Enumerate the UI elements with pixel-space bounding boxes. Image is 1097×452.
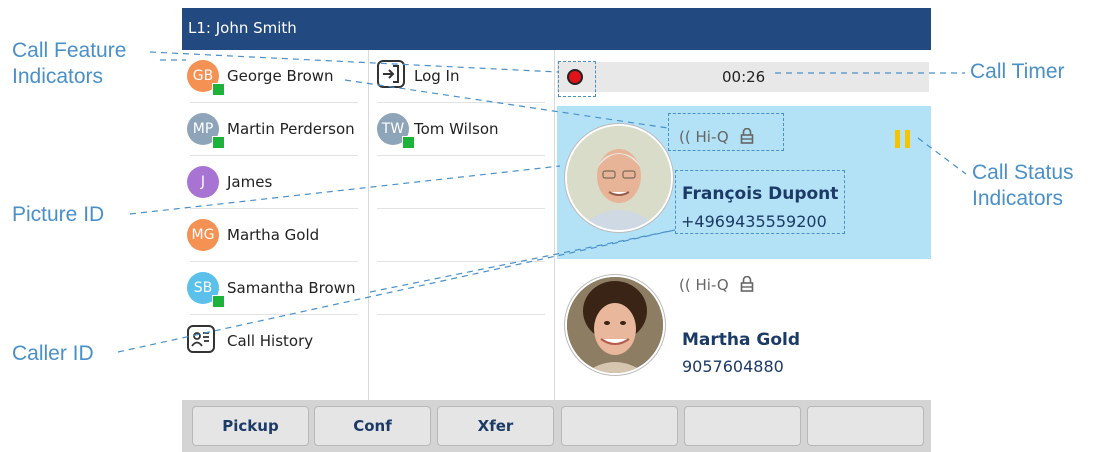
callout-text: Call Feature: [12, 39, 127, 62]
call-feature-indicators: (( Hi-Q: [679, 275, 754, 296]
presence-icon: [212, 136, 225, 149]
caller-id-highlight-box: [675, 170, 845, 234]
contact-key[interactable]: MG Martha Gold: [182, 209, 368, 262]
contact-key[interactable]: TW Tom Wilson: [369, 103, 555, 156]
avatar: MG: [187, 219, 219, 251]
callout-text: Call Status: [972, 161, 1074, 184]
timer-bar: 00:26: [557, 62, 929, 92]
login-key[interactable]: Log In: [369, 50, 555, 103]
programmable-keys-column-1: GB George Brown MP Martin Perderson J Ja…: [182, 50, 368, 400]
softkey-pickup[interactable]: Pickup: [192, 406, 309, 446]
record-highlight-box: [558, 61, 596, 97]
callout-call-timer: Call Timer: [970, 60, 1065, 83]
lock-icon: [740, 275, 754, 296]
caller-number: 9057604880: [682, 357, 784, 376]
callout-text: Indicators: [12, 65, 104, 88]
hiq-label: Hi-Q: [695, 276, 729, 294]
presence-icon: [212, 83, 225, 96]
contact-name: Martin Perderson: [227, 120, 355, 138]
empty-key[interactable]: [369, 262, 555, 315]
caller-name: Martha Gold: [682, 330, 801, 350]
title-bar: L1: John Smith: [182, 8, 931, 50]
hold-icon: [895, 130, 913, 148]
callout-text: Indicators: [972, 187, 1064, 210]
caller-photo: [565, 124, 673, 232]
contact-name: Martha Gold: [227, 226, 320, 244]
login-icon: [377, 60, 405, 88]
contact-key[interactable]: MP Martin Perderson: [182, 103, 368, 156]
call-history-icon: [187, 325, 215, 353]
callout-call-status-indicators: Call Status Indicators: [972, 160, 1074, 212]
contact-name: George Brown: [227, 67, 334, 85]
contact-name: Samantha Brown: [227, 279, 356, 297]
line-label: L1: John Smith: [188, 19, 297, 37]
feature-highlight-box: [668, 113, 784, 151]
callout-picture-id: Picture ID: [12, 203, 105, 226]
call-timer: 00:26: [722, 68, 766, 86]
hiq-icon: ((: [679, 276, 691, 294]
softkey-empty[interactable]: [807, 406, 924, 446]
softkey-empty[interactable]: [561, 406, 678, 446]
contact-key[interactable]: SB Samantha Brown: [182, 262, 368, 315]
contact-key[interactable]: J James: [182, 156, 368, 209]
softkey-conf[interactable]: Conf: [314, 406, 431, 446]
call-history-key[interactable]: Call History: [182, 315, 368, 368]
second-call[interactable]: (( Hi-Q Martha Gold 9057604880: [557, 259, 931, 400]
programmable-keys-column-2: Log In TW Tom Wilson: [368, 50, 555, 400]
softkey-xfer[interactable]: Xfer: [437, 406, 554, 446]
call-history-label: Call History: [227, 332, 314, 350]
callout-caller-id: Caller ID: [12, 342, 94, 365]
contact-name: Tom Wilson: [414, 120, 499, 138]
softkey-bar: Pickup Conf Xfer: [182, 400, 931, 452]
presence-icon: [212, 295, 225, 308]
contact-name: James: [227, 173, 273, 191]
login-label: Log In: [414, 67, 460, 85]
empty-key[interactable]: [369, 209, 555, 262]
empty-key[interactable]: [369, 156, 555, 209]
avatar: J: [187, 166, 219, 198]
softkey-empty[interactable]: [684, 406, 801, 446]
caller-photo: [565, 275, 665, 375]
contact-key[interactable]: GB George Brown: [182, 50, 368, 103]
callout-call-feature-indicators: Call Feature Indicators: [12, 38, 126, 90]
